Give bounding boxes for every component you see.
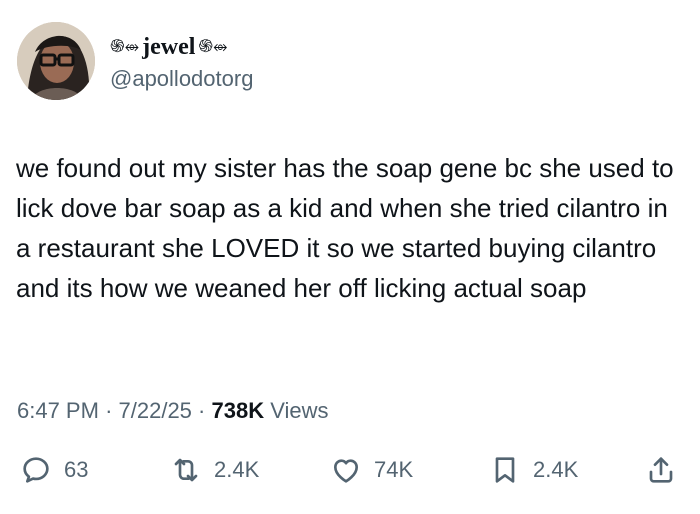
display-name-text: jewel: [142, 34, 196, 60]
like-count: 74K: [374, 457, 414, 482]
views-count: 738K: [211, 398, 265, 423]
views-label: Views: [270, 398, 329, 423]
tweet-text: we found out my sister has the soap gene…: [16, 153, 674, 303]
tweet-time[interactable]: 6:47 PM: [17, 398, 99, 423]
avatar-photo: [17, 22, 95, 100]
heart-icon: [334, 459, 358, 483]
tweet-meta: 6:47 PM · 7/22/25 · 738K Views: [17, 397, 329, 425]
tweet-actions: 63 2.4K 74K 2.4K: [0, 450, 700, 490]
display-name[interactable]: ֍⥈ jewel ֍⥈: [110, 33, 228, 61]
repost-count: 2.4K: [214, 457, 260, 482]
reply-count: 63: [64, 457, 89, 482]
share-icon: [649, 457, 673, 483]
user-handle[interactable]: @apollodotorg: [110, 66, 253, 92]
share-button[interactable]: [645, 450, 677, 490]
reply-icon: [23, 457, 49, 483]
repost-button[interactable]: 2.4K: [170, 450, 259, 490]
meta-separator: ·: [198, 398, 206, 423]
bookmark-count: 2.4K: [533, 457, 579, 482]
display-name-prefix: ֍⥈: [110, 36, 140, 57]
meta-separator: ·: [105, 398, 113, 423]
reply-button[interactable]: 63: [20, 450, 88, 490]
like-button[interactable]: 74K: [330, 450, 413, 490]
bookmark-button[interactable]: 2.4K: [489, 450, 578, 490]
tweet-date[interactable]: 7/22/25: [119, 398, 192, 423]
bookmark-icon: [495, 457, 515, 483]
display-name-suffix: ֍⥈: [198, 36, 228, 57]
avatar[interactable]: [17, 22, 95, 100]
repost-icon: [174, 458, 198, 482]
